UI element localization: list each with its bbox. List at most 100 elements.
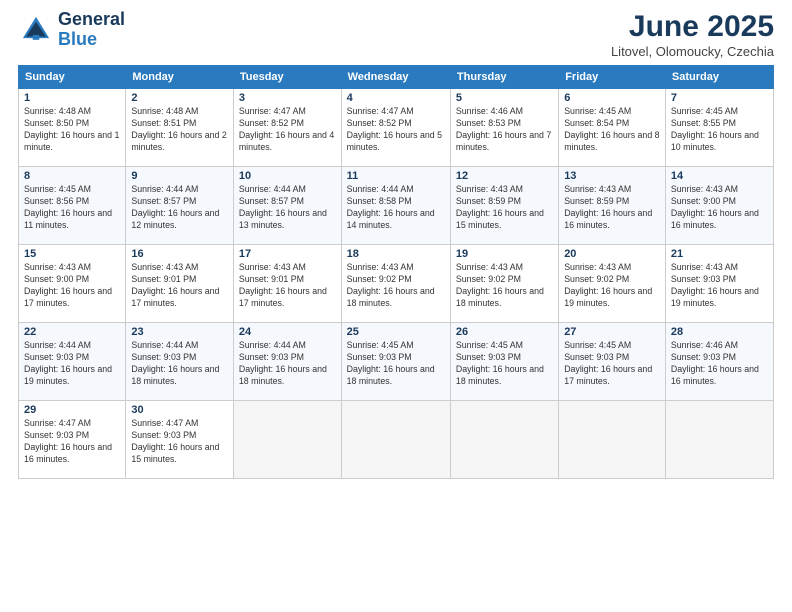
calendar-cell: 13Sunrise: 4:43 AMSunset: 8:59 PMDayligh… — [559, 167, 666, 245]
calendar-cell: 10 Sunrise: 4:44 AMSunset: 8:57 PMDayligh… — [233, 167, 341, 245]
day-number: 22 — [24, 326, 120, 338]
day-number: 27 — [564, 326, 660, 338]
day-info: Sunrise: 4:43 AMSunset: 9:02 PMDaylight:… — [564, 262, 660, 310]
day-info: Sunrise: 4:46 AMSunset: 9:03 PMDaylight:… — [671, 340, 768, 388]
day-info: Sunrise: 4:43 AMSunset: 9:00 PMDaylight:… — [24, 262, 120, 310]
calendar-cell: 1 Sunrise: 4:48 AMSunset: 8:50 PMDaylight… — [19, 89, 126, 167]
calendar-cell: 17 Sunrise: 4:43 AMSunset: 9:01 PMDayligh… — [233, 245, 341, 323]
day-info: Sunrise: 4:43 AMSunset: 9:03 PMDaylight:… — [671, 262, 768, 310]
day-number: 9 — [131, 170, 228, 182]
day-info: Sunrise: 4:44 AMSunset: 9:03 PMDaylight:… — [239, 340, 336, 388]
day-number: 8 — [24, 170, 120, 182]
calendar-week-row: 22 Sunrise: 4:44 AMSunset: 9:03 PMDayligh… — [19, 323, 774, 401]
day-info: Sunrise: 4:43 AMSunset: 9:00 PMDaylight:… — [671, 184, 768, 232]
calendar-cell — [450, 401, 558, 479]
day-number: 26 — [456, 326, 553, 338]
calendar-cell: 20 Sunrise: 4:43 AMSunset: 9:02 PMDayligh… — [559, 245, 666, 323]
day-info: Sunrise: 4:47 AMSunset: 9:03 PMDaylight:… — [131, 418, 228, 466]
calendar-cell: 16 Sunrise: 4:43 AMSunset: 9:01 PMDayligh… — [126, 245, 234, 323]
calendar-cell: 5 Sunrise: 4:46 AMSunset: 8:53 PMDaylight… — [450, 89, 558, 167]
day-info: Sunrise: 4:48 AMSunset: 8:51 PMDaylight:… — [131, 106, 228, 154]
calendar-cell: 30 Sunrise: 4:47 AMSunset: 9:03 PMDayligh… — [126, 401, 234, 479]
calendar-table: SundayMondayTuesdayWednesdayThursdayFrid… — [18, 65, 774, 479]
day-number: 24 — [239, 326, 336, 338]
calendar-cell: 11 Sunrise: 4:44 AMSunset: 8:58 PMDayligh… — [341, 167, 450, 245]
calendar-cell: 15 Sunrise: 4:43 AMSunset: 9:00 PMDayligh… — [19, 245, 126, 323]
day-number: 23 — [131, 326, 228, 338]
calendar-cell: 6 Sunrise: 4:45 AMSunset: 8:54 PMDaylight… — [559, 89, 666, 167]
day-number: 5 — [456, 92, 553, 104]
calendar-cell: 23 Sunrise: 4:44 AMSunset: 9:03 PMDayligh… — [126, 323, 234, 401]
calendar-cell: 9 Sunrise: 4:44 AMSunset: 8:57 PMDaylight… — [126, 167, 234, 245]
day-number: 29 — [24, 404, 120, 416]
calendar-cell: 24 Sunrise: 4:44 AMSunset: 9:03 PMDayligh… — [233, 323, 341, 401]
day-number: 19 — [456, 248, 553, 260]
day-info: Sunrise: 4:43 AMSunset: 9:02 PMDaylight:… — [347, 262, 445, 310]
day-info: Sunrise: 4:47 AMSunset: 8:52 PMDaylight:… — [347, 106, 445, 154]
col-header-monday: Monday — [126, 66, 234, 89]
day-info: Sunrise: 4:48 AMSunset: 8:50 PMDaylight:… — [24, 106, 120, 154]
calendar-cell: 25 Sunrise: 4:45 AMSunset: 9:03 PMDayligh… — [341, 323, 450, 401]
day-info: Sunrise: 4:44 AMSunset: 9:03 PMDaylight:… — [131, 340, 228, 388]
calendar-cell — [559, 401, 666, 479]
logo: General Blue — [18, 10, 125, 50]
day-info: Sunrise: 4:45 AMSunset: 8:56 PMDaylight:… — [24, 184, 120, 232]
calendar-cell: 7 Sunrise: 4:45 AMSunset: 8:55 PMDaylight… — [665, 89, 773, 167]
month-title: June 2025 — [611, 10, 774, 44]
location-subtitle: Litovel, Olomoucky, Czechia — [611, 44, 774, 59]
logo-text: General Blue — [58, 10, 125, 50]
day-info: Sunrise: 4:45 AMSunset: 9:03 PMDaylight:… — [347, 340, 445, 388]
calendar-cell: 28Sunrise: 4:46 AMSunset: 9:03 PMDayligh… — [665, 323, 773, 401]
day-number: 30 — [131, 404, 228, 416]
col-header-saturday: Saturday — [665, 66, 773, 89]
day-info: Sunrise: 4:45 AMSunset: 9:03 PMDaylight:… — [564, 340, 660, 388]
day-info: Sunrise: 4:46 AMSunset: 8:53 PMDaylight:… — [456, 106, 553, 154]
page: General Blue June 2025 Litovel, Olomouck… — [0, 0, 792, 612]
day-info: Sunrise: 4:47 AMSunset: 8:52 PMDaylight:… — [239, 106, 336, 154]
day-info: Sunrise: 4:47 AMSunset: 9:03 PMDaylight:… — [24, 418, 120, 466]
day-number: 6 — [564, 92, 660, 104]
header: General Blue June 2025 Litovel, Olomouck… — [18, 10, 774, 59]
calendar-cell: 29 Sunrise: 4:47 AMSunset: 9:03 PMDayligh… — [19, 401, 126, 479]
day-number: 20 — [564, 248, 660, 260]
day-number: 13 — [564, 170, 660, 182]
day-info: Sunrise: 4:45 AMSunset: 8:55 PMDaylight:… — [671, 106, 768, 154]
day-info: Sunrise: 4:44 AMSunset: 8:58 PMDaylight:… — [347, 184, 445, 232]
title-block: June 2025 Litovel, Olomoucky, Czechia — [611, 10, 774, 59]
day-info: Sunrise: 4:44 AMSunset: 9:03 PMDaylight:… — [24, 340, 120, 388]
calendar-cell: 26Sunrise: 4:45 AMSunset: 9:03 PMDayligh… — [450, 323, 558, 401]
day-number: 25 — [347, 326, 445, 338]
day-number: 7 — [671, 92, 768, 104]
day-number: 16 — [131, 248, 228, 260]
day-number: 21 — [671, 248, 768, 260]
col-header-tuesday: Tuesday — [233, 66, 341, 89]
calendar-cell: 27 Sunrise: 4:45 AMSunset: 9:03 PMDayligh… — [559, 323, 666, 401]
col-header-thursday: Thursday — [450, 66, 558, 89]
calendar-cell — [233, 401, 341, 479]
day-number: 15 — [24, 248, 120, 260]
day-info: Sunrise: 4:44 AMSunset: 8:57 PMDaylight:… — [239, 184, 336, 232]
day-info: Sunrise: 4:43 AMSunset: 9:01 PMDaylight:… — [131, 262, 228, 310]
day-info: Sunrise: 4:43 AMSunset: 9:01 PMDaylight:… — [239, 262, 336, 310]
day-number: 3 — [239, 92, 336, 104]
calendar-cell: 12Sunrise: 4:43 AMSunset: 8:59 PMDayligh… — [450, 167, 558, 245]
calendar-week-row: 15 Sunrise: 4:43 AMSunset: 9:00 PMDayligh… — [19, 245, 774, 323]
calendar-cell: 19Sunrise: 4:43 AMSunset: 9:02 PMDayligh… — [450, 245, 558, 323]
day-number: 17 — [239, 248, 336, 260]
col-header-wednesday: Wednesday — [341, 66, 450, 89]
day-number: 10 — [239, 170, 336, 182]
calendar-week-row: 8 Sunrise: 4:45 AMSunset: 8:56 PMDaylight… — [19, 167, 774, 245]
day-info: Sunrise: 4:45 AMSunset: 8:54 PMDaylight:… — [564, 106, 660, 154]
day-number: 1 — [24, 92, 120, 104]
logo-icon — [18, 12, 54, 48]
day-info: Sunrise: 4:44 AMSunset: 8:57 PMDaylight:… — [131, 184, 228, 232]
calendar-cell: 8 Sunrise: 4:45 AMSunset: 8:56 PMDaylight… — [19, 167, 126, 245]
calendar-cell: 18Sunrise: 4:43 AMSunset: 9:02 PMDayligh… — [341, 245, 450, 323]
calendar-week-row: 1 Sunrise: 4:48 AMSunset: 8:50 PMDaylight… — [19, 89, 774, 167]
calendar-cell: 2Sunrise: 4:48 AMSunset: 8:51 PMDaylight… — [126, 89, 234, 167]
calendar-cell: 14Sunrise: 4:43 AMSunset: 9:00 PMDayligh… — [665, 167, 773, 245]
calendar-cell: 4Sunrise: 4:47 AMSunset: 8:52 PMDaylight… — [341, 89, 450, 167]
col-header-friday: Friday — [559, 66, 666, 89]
day-number: 11 — [347, 170, 445, 182]
calendar-cell: 22 Sunrise: 4:44 AMSunset: 9:03 PMDayligh… — [19, 323, 126, 401]
